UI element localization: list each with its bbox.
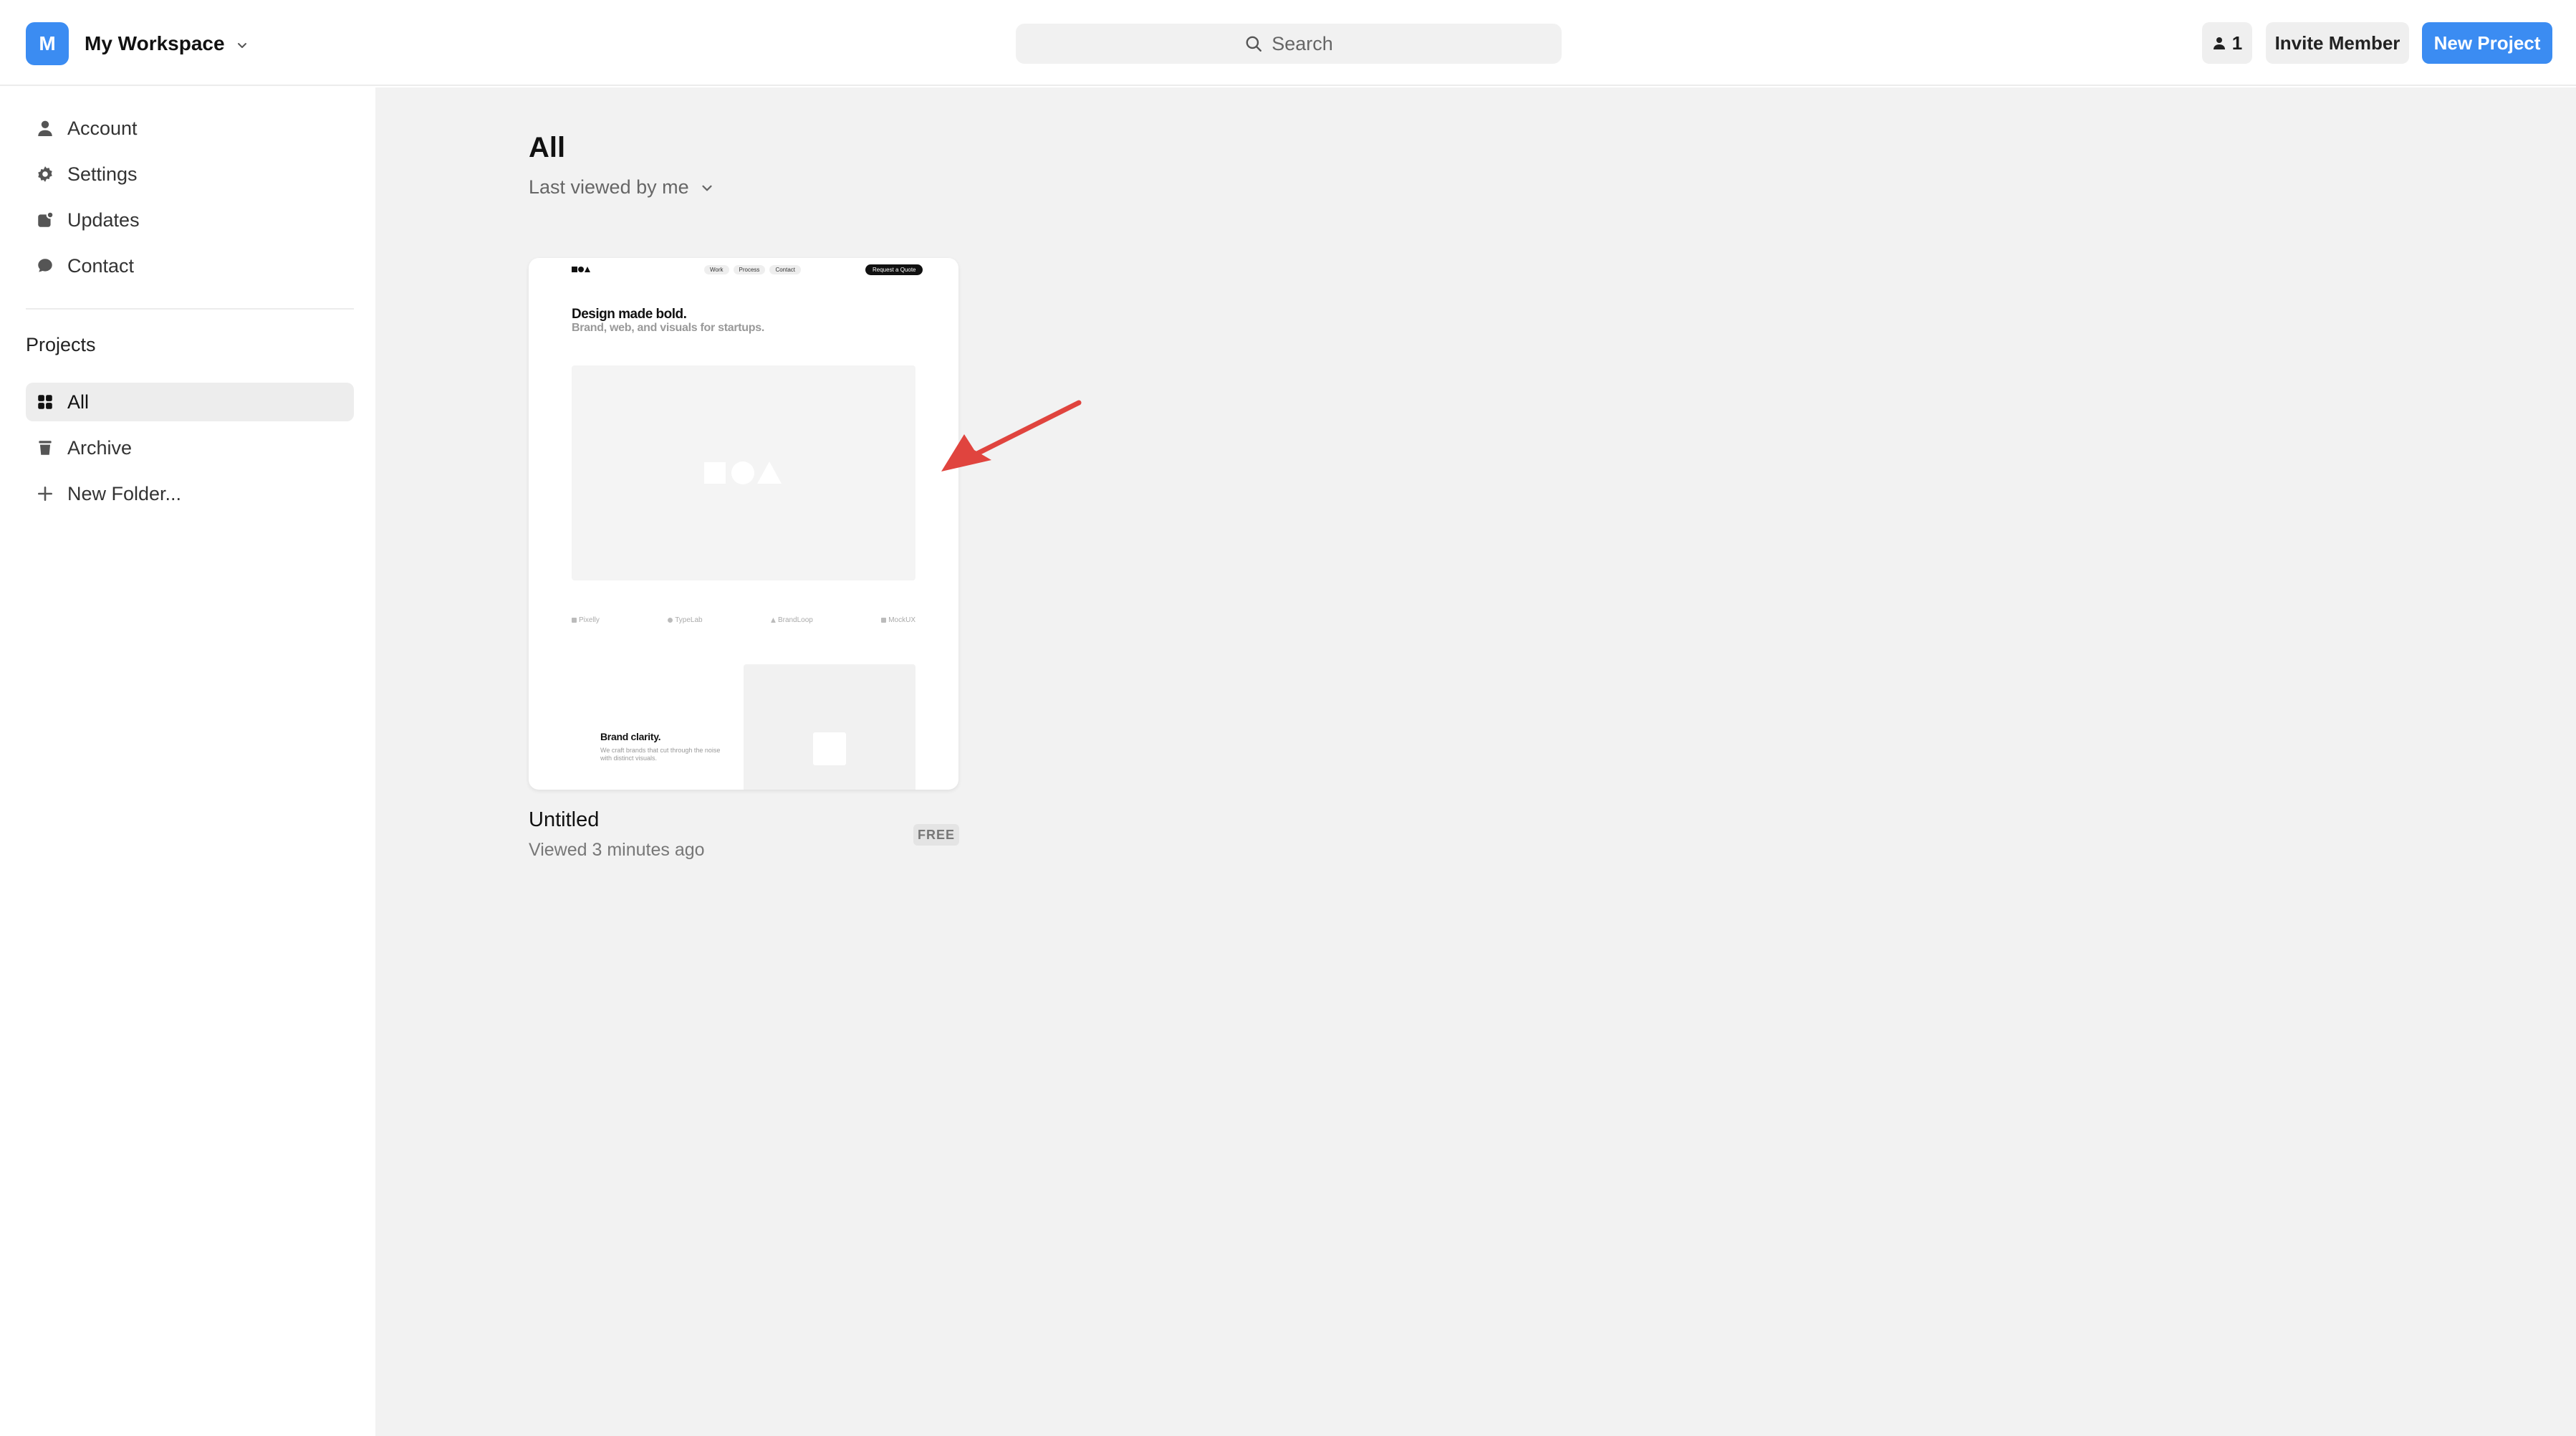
workspace-switcher[interactable]: M My Workspace (26, 22, 249, 65)
thumbnail-logo (572, 265, 590, 275)
chevron-down-icon (702, 185, 712, 191)
sidebar-item-settings[interactable]: Settings (26, 155, 354, 193)
sidebar-item-label: Archive (67, 436, 133, 459)
thumbnail-nav-item: Process (733, 265, 766, 274)
sidebar-item-label: All (67, 391, 90, 413)
updates-icon (38, 211, 54, 227)
sidebar-item-new-folder[interactable]: New Folder... (26, 474, 354, 513)
shapes-illustration-icon (704, 461, 782, 484)
grid-icon (38, 395, 52, 409)
sidebar-divider (26, 308, 354, 310)
shapes-logo-icon (572, 267, 590, 272)
sidebar-item-label: Settings (67, 163, 138, 185)
sidebar-item-label: Updates (67, 209, 140, 231)
member-count: 1 (2231, 32, 2243, 54)
thumbnail-headline: Design made bold. (572, 307, 687, 322)
user-icon (2213, 37, 2225, 49)
sidebar-item-label: Contact (67, 254, 135, 277)
chat-icon (38, 259, 52, 272)
user-icon (38, 120, 52, 137)
thumbnail-nav-item: Contact (769, 265, 802, 274)
sidebar-item-updates[interactable]: Updates (26, 201, 354, 239)
plan-badge: FREE (913, 824, 959, 846)
thumbnail-client-logo: MockUX (881, 616, 915, 624)
projects-section-title: Projects (26, 334, 96, 355)
sidebar-item-label: Account (67, 117, 138, 139)
trash-icon (39, 441, 52, 455)
invite-member-button[interactable]: Invite Member (2266, 22, 2409, 64)
workspace-avatar: M (26, 22, 69, 65)
thumbnail-subheadline: Brand, web, and visuals for startups. (572, 322, 764, 334)
project-card-title[interactable]: Untitled (529, 808, 599, 832)
search-icon (1246, 36, 1262, 52)
annotation-arrow-icon (941, 400, 1082, 472)
page-title: All (529, 132, 566, 163)
thumbnail-feature-image (744, 664, 915, 790)
sidebar-item-label: New Folder... (67, 482, 182, 504)
thumbnail-nav: Work Process Contact (704, 265, 802, 274)
gear-icon (38, 166, 52, 182)
sidebar-item-all[interactable]: All (26, 383, 354, 421)
sidebar-item-account[interactable]: Account (26, 109, 354, 148)
thumbnail-cta: Request a Quote (865, 264, 923, 275)
thumbnail-client-logo: BrandLoop (770, 616, 813, 624)
main-content: All Last viewed by me Work Process Conta… (375, 87, 2576, 1436)
thumbnail-client-logo: Pixelly (572, 616, 600, 624)
thumbnail-feature-square (813, 732, 846, 765)
search-bar[interactable]: Search (1016, 24, 1562, 64)
top-bar: M My Workspace Search 1 Invite Member Ne… (0, 0, 2576, 86)
thumbnail-logo-row: Pixelly TypeLab BrandLoop MockUX (572, 616, 915, 624)
sidebar-item-contact[interactable]: Contact (26, 246, 354, 285)
thumbnail-section-text: We craft brands that cut through the noi… (600, 747, 721, 762)
chevron-down-icon (237, 43, 246, 48)
project-card-viewed-time: Viewed 3 minutes ago (529, 840, 705, 860)
thumbnail-section-title: Brand clarity. (600, 731, 661, 742)
new-project-button[interactable]: New Project (2422, 22, 2552, 64)
sidebar: Account Settings Updates Contact Project… (0, 87, 375, 1436)
workspace-name: My Workspace (85, 32, 225, 54)
plus-icon (38, 487, 52, 501)
sidebar-item-archive[interactable]: Archive (26, 429, 354, 467)
project-card-thumbnail[interactable]: Work Process Contact Request a Quote Des… (529, 258, 958, 790)
thumbnail-nav-item: Work (704, 265, 729, 274)
members-button[interactable]: 1 (2202, 22, 2252, 64)
thumbnail-client-logo: TypeLab (668, 616, 703, 624)
sort-label: Last viewed by me (529, 176, 689, 198)
search-label: Search (1272, 32, 1333, 54)
sort-dropdown[interactable]: Last viewed by me (529, 176, 715, 198)
